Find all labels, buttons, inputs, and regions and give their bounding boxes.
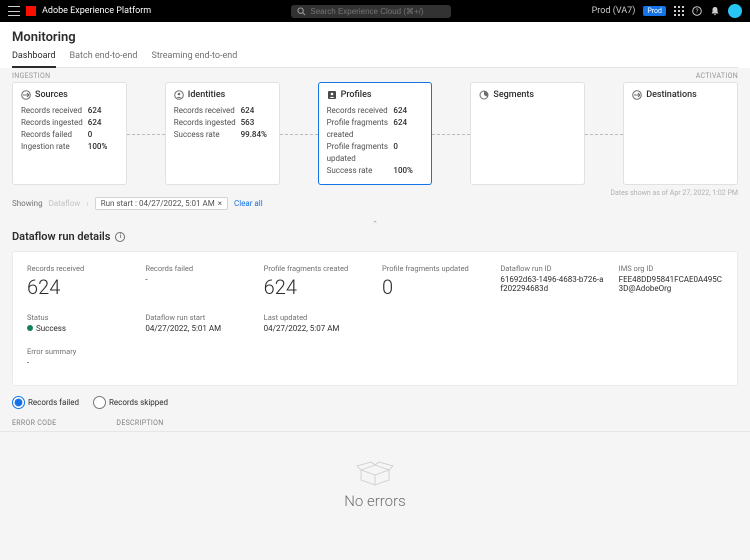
metric-last-updated: Last updated 04/27/2022, 5:07 AM bbox=[264, 313, 368, 333]
env-label: Prod (VA7) bbox=[592, 6, 636, 16]
page-tabs: Dashboard Batch end-to-end Streaming end… bbox=[12, 51, 738, 68]
app-name: Adobe Experience Platform bbox=[42, 6, 151, 16]
bell-icon[interactable] bbox=[710, 6, 720, 16]
tab-streaming[interactable]: Streaming end-to-end bbox=[151, 51, 237, 67]
metric-records-received: Records received 624 bbox=[27, 264, 131, 299]
card-title: Segments bbox=[493, 90, 534, 100]
details-panel: Records received 624 Records failed - Pr… bbox=[12, 251, 738, 386]
adobe-logo-icon bbox=[26, 6, 36, 16]
sources-icon bbox=[21, 90, 31, 100]
col-description: DESCRIPTION bbox=[116, 419, 163, 427]
metric-records-failed: Records failed - bbox=[145, 264, 249, 299]
svg-text:?: ? bbox=[696, 8, 699, 15]
connector-3 bbox=[432, 82, 470, 185]
metric-org-id: IMS org ID FEE48DD95841FCAE0A495C3D@Adob… bbox=[619, 264, 723, 299]
apps-icon[interactable] bbox=[674, 6, 684, 16]
card-segments[interactable]: Segments bbox=[470, 82, 585, 185]
data-timestamp-note: Dates shown as of Apr 27, 2022, 1:02 PM bbox=[610, 189, 738, 197]
segments-icon bbox=[479, 90, 489, 100]
breadcrumb-dataflow: Dataflow bbox=[49, 199, 81, 208]
page-header: Monitoring Dashboard Batch end-to-end St… bbox=[0, 22, 750, 68]
radio-records-skipped-input[interactable] bbox=[93, 396, 106, 409]
avatar[interactable] bbox=[728, 4, 742, 18]
metric-status: Status Success bbox=[27, 313, 131, 333]
metric-run-start: Dataflow run start 04/27/2022, 5:01 AM bbox=[145, 313, 249, 333]
card-title: Sources bbox=[35, 90, 68, 100]
details-heading-row: Dataflow run details i bbox=[0, 224, 750, 251]
env-badge: Prod bbox=[643, 6, 666, 16]
connector-1 bbox=[127, 82, 165, 185]
help-icon[interactable]: ? bbox=[692, 6, 702, 16]
details-heading: Dataflow run details bbox=[12, 230, 110, 243]
filter-chip-label: Run start : 04/27/2022, 5:01 AM bbox=[101, 199, 215, 208]
radio-records-failed-input[interactable] bbox=[12, 396, 25, 409]
no-errors-empty-state: No errors bbox=[0, 432, 750, 520]
card-title: Destinations bbox=[646, 90, 697, 100]
connector-4 bbox=[585, 82, 623, 185]
tab-batch[interactable]: Batch end-to-end bbox=[70, 51, 138, 67]
status-dot-icon bbox=[27, 325, 33, 331]
col-error-code: ERROR CODE bbox=[12, 419, 56, 427]
pipeline-row: Sources Records received624 Records inge… bbox=[0, 82, 750, 191]
radio-records-skipped[interactable]: Records skipped bbox=[93, 396, 168, 409]
card-title: Profiles bbox=[341, 90, 372, 100]
card-identities[interactable]: Identities Records received624 Records i… bbox=[165, 82, 280, 185]
card-destinations[interactable]: Destinations bbox=[623, 82, 738, 185]
profiles-icon bbox=[327, 90, 337, 100]
metric-fragments-updated: Profile fragments updated 0 bbox=[382, 264, 486, 299]
global-search[interactable] bbox=[291, 5, 451, 18]
error-filter-radios: Records failed Records skipped bbox=[0, 386, 750, 415]
ingestion-label: INGESTION bbox=[12, 72, 50, 80]
no-errors-message: No errors bbox=[0, 492, 750, 510]
metric-fragments-created: Profile fragments created 624 bbox=[264, 264, 368, 299]
page-title: Monitoring bbox=[12, 30, 738, 45]
card-sources[interactable]: Sources Records received624 Records inge… bbox=[12, 82, 127, 185]
hamburger-menu-icon[interactable] bbox=[8, 6, 20, 16]
card-title: Identities bbox=[188, 90, 226, 100]
destinations-icon bbox=[632, 90, 642, 100]
close-icon[interactable]: × bbox=[218, 199, 222, 208]
error-table-header: ERROR CODE DESCRIPTION bbox=[0, 415, 750, 432]
search-icon bbox=[297, 7, 306, 16]
filter-bar: Dates shown as of Apr 27, 2022, 1:02 PM … bbox=[0, 191, 750, 216]
identities-icon bbox=[174, 90, 184, 100]
pipeline-section-labels: INGESTION ACTIVATION bbox=[0, 68, 750, 82]
metric-error-summary: Error summary - bbox=[27, 347, 723, 367]
global-topbar: Adobe Experience Platform Prod (VA7) Pro… bbox=[0, 0, 750, 22]
search-input[interactable] bbox=[310, 7, 445, 16]
activation-label: ACTIVATION bbox=[696, 72, 738, 80]
info-icon[interactable]: i bbox=[115, 232, 125, 242]
clear-all-link[interactable]: Clear all bbox=[234, 199, 263, 208]
tab-dashboard[interactable]: Dashboard bbox=[12, 51, 56, 68]
empty-box-icon bbox=[355, 458, 395, 488]
metric-run-id: Dataflow run ID 61692d63-1496-4683-b726-… bbox=[500, 264, 604, 299]
connector-2 bbox=[280, 82, 318, 185]
showing-label: Showing bbox=[12, 199, 43, 208]
filter-chip-runstart[interactable]: Run start : 04/27/2022, 5:01 AM × bbox=[95, 197, 228, 210]
radio-records-failed[interactable]: Records failed bbox=[12, 396, 79, 409]
card-profiles[interactable]: Profiles Records received624 Profile fra… bbox=[318, 82, 433, 185]
